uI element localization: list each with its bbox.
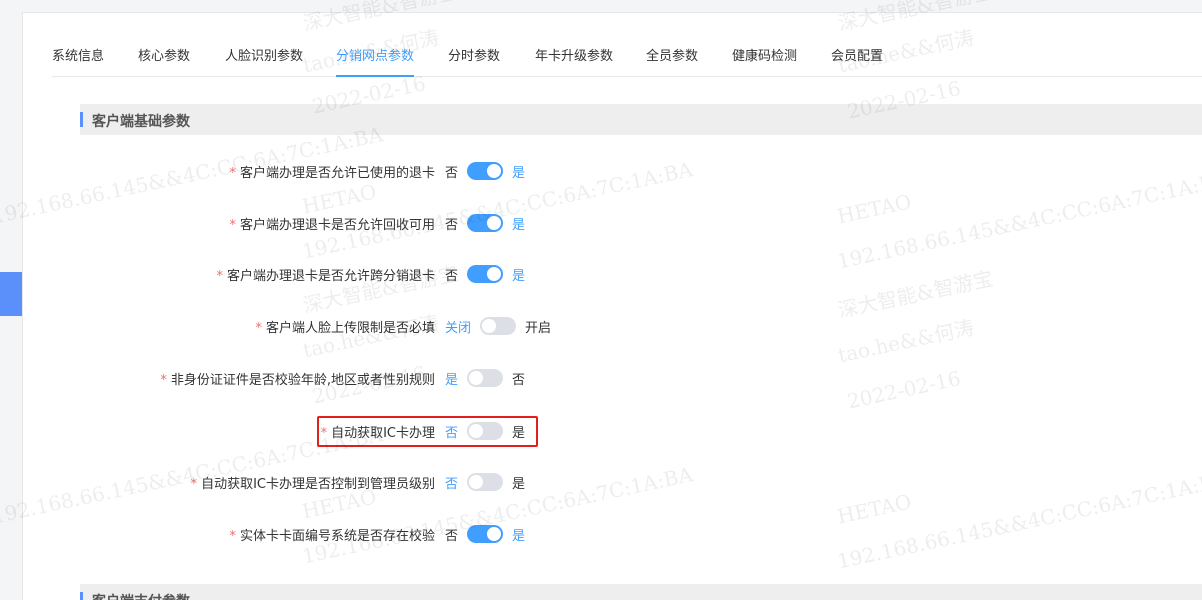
toggle-control: 是 否 — [445, 366, 525, 390]
toggle-knob — [487, 267, 502, 281]
toggle-switch[interactable] — [467, 369, 504, 387]
option-right[interactable]: 是 — [512, 525, 525, 544]
option-left[interactable]: 否 — [445, 525, 458, 544]
toggle-switch[interactable] — [467, 214, 504, 232]
form-label-text: 非身份证证件是否校验年龄,地区或者性别规则 — [170, 373, 435, 388]
required-mark: * — [320, 426, 328, 441]
toggle-control: 否 是 — [445, 470, 525, 494]
form-label: * 客户端办理退卡是否允许跨分销退卡 — [216, 265, 435, 284]
required-mark: * — [160, 373, 167, 388]
toggle-control: 否 是 — [445, 522, 525, 546]
section-header-client-basic: 客户端基础参数 — [80, 104, 1202, 135]
form-label-text: 客户端办理退卡是否允许跨分销退卡 — [226, 269, 435, 284]
required-mark: * — [229, 166, 236, 181]
toggle-knob — [487, 216, 502, 230]
tab-face-recognition[interactable]: 人脸识别参数 — [225, 48, 303, 76]
tab-health-code[interactable]: 健康码检测 — [732, 48, 797, 76]
toggle-knob — [482, 319, 497, 333]
form-row-cross-distribution-refund: * 客户端办理退卡是否允许跨分销退卡 否 是 — [0, 262, 1202, 286]
tab-annual-card-upgrade[interactable]: 年卡升级参数 — [535, 48, 613, 76]
option-left[interactable]: 关闭 — [445, 317, 471, 336]
form-label-text: 自动获取IC卡办理是否控制到管理员级别 — [201, 477, 435, 492]
option-left[interactable]: 否 — [445, 422, 458, 441]
form-row-non-id-validation: * 非身份证证件是否校验年龄,地区或者性别规则 是 否 — [0, 366, 1202, 390]
form-label: * 非身份证证件是否校验年龄,地区或者性别规则 — [160, 369, 435, 388]
required-mark: * — [255, 321, 262, 336]
tab-distribution-outlet[interactable]: 分销网点参数 — [336, 48, 415, 77]
toggle-switch[interactable] — [467, 162, 504, 180]
required-mark: * — [229, 218, 236, 233]
toggle-knob — [469, 371, 484, 385]
settings-tabs: 系统信息 核心参数 人脸识别参数 分销网点参数 分时参数 年卡升级参数 全员参数… — [52, 40, 1202, 77]
toggle-switch[interactable] — [467, 422, 504, 440]
form-label-text: 自动获取IC卡办理 — [331, 426, 435, 441]
toggle-switch[interactable] — [480, 317, 517, 335]
side-rail — [0, 0, 23, 600]
toggle-switch[interactable] — [467, 265, 504, 283]
section-accent-bar — [80, 112, 83, 127]
form-row-auto-ic-card-admin-level: * 自动获取IC卡办理是否控制到管理员级别 否 是 — [0, 470, 1202, 494]
tab-core-params[interactable]: 核心参数 — [138, 48, 190, 76]
required-mark: * — [216, 269, 223, 284]
toggle-knob — [469, 475, 484, 489]
required-mark: * — [229, 529, 236, 544]
option-left[interactable]: 否 — [445, 162, 458, 181]
option-left[interactable]: 否 — [445, 265, 458, 284]
form-label: * 客户端人脸上传限制是否必填 — [255, 317, 435, 336]
option-left[interactable]: 否 — [445, 214, 458, 233]
form-row-auto-ic-card: * 自动获取IC卡办理 否 是 — [0, 419, 1202, 443]
toggle-knob — [469, 424, 484, 438]
form-label-text: 客户端办理是否允许已使用的退卡 — [239, 166, 435, 181]
option-right[interactable]: 是 — [512, 422, 525, 441]
toggle-control: 关闭 开启 — [445, 314, 551, 338]
option-right[interactable]: 是 — [512, 473, 525, 492]
option-right[interactable]: 是 — [512, 265, 525, 284]
app-frame: 系统信息 核心参数 人脸识别参数 分销网点参数 分时参数 年卡升级参数 全员参数… — [0, 0, 1202, 600]
form-row-face-upload-required: * 客户端人脸上传限制是否必填 关闭 开启 — [0, 314, 1202, 338]
section-accent-bar — [80, 592, 83, 600]
toggle-control: 否 是 — [445, 262, 525, 286]
toggle-knob — [487, 164, 502, 178]
required-mark: * — [190, 477, 198, 492]
toggle-control: 否 是 — [445, 211, 525, 235]
tab-system-info[interactable]: 系统信息 — [52, 48, 104, 76]
option-right[interactable]: 否 — [512, 369, 525, 388]
toggle-switch[interactable] — [467, 473, 504, 491]
section-title: 客户端基础参数 — [92, 114, 190, 130]
section-title: 客户端支付参数 — [92, 591, 190, 600]
form-label-text: 客户端人脸上传限制是否必填 — [265, 321, 435, 336]
option-left[interactable]: 是 — [445, 369, 458, 388]
tab-all-staff[interactable]: 全员参数 — [646, 48, 698, 76]
form-row-refund-recycle: * 客户端办理退卡是否允许回收可用 否 是 — [0, 211, 1202, 235]
form-label: * 客户端办理退卡是否允许回收可用 — [229, 214, 435, 233]
option-right[interactable]: 是 — [512, 162, 525, 181]
tab-time-share[interactable]: 分时参数 — [448, 48, 500, 76]
toggle-knob — [487, 527, 502, 541]
option-left[interactable]: 否 — [445, 473, 458, 492]
option-right[interactable]: 是 — [512, 214, 525, 233]
form-label-text: 实体卡卡面编号系统是否存在校验 — [239, 529, 435, 544]
form-label: * 自动获取IC卡办理 — [321, 422, 435, 441]
section-header-client-payment: 客户端支付参数 — [80, 584, 1202, 600]
toggle-switch[interactable] — [467, 525, 504, 543]
form-label-text: 客户端办理退卡是否允许回收可用 — [239, 218, 435, 233]
option-right[interactable]: 开启 — [525, 317, 551, 336]
form-label: * 自动获取IC卡办理是否控制到管理员级别 — [191, 473, 435, 492]
toggle-control: 否 是 — [445, 159, 525, 183]
toggle-control: 否 是 — [445, 419, 525, 443]
form-row-used-card-refund: * 客户端办理是否允许已使用的退卡 否 是 — [0, 159, 1202, 183]
form-label: * 客户端办理是否允许已使用的退卡 — [229, 162, 435, 181]
form-row-card-number-validation: * 实体卡卡面编号系统是否存在校验 否 是 — [0, 522, 1202, 546]
tab-member-config[interactable]: 会员配置 — [831, 48, 883, 76]
top-bar — [22, 0, 1202, 13]
form-label: * 实体卡卡面编号系统是否存在校验 — [229, 525, 435, 544]
